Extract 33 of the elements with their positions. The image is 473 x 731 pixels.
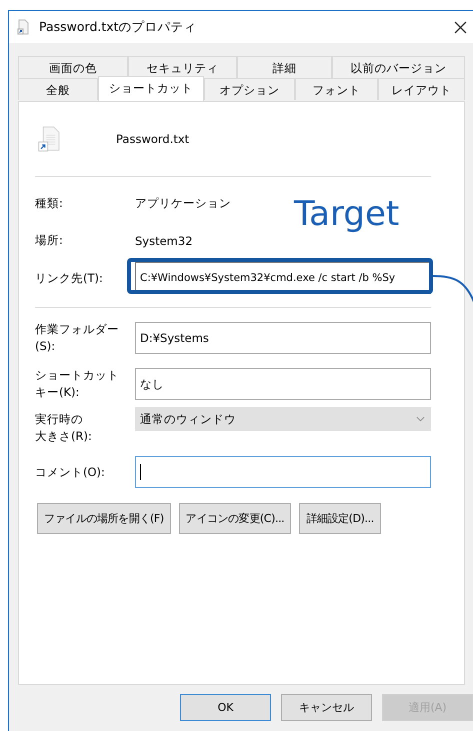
field-label: 実行時の 大きさ(R): [35, 411, 93, 445]
field-value: アプリケーション [135, 196, 231, 211]
tab[interactable]: ショートカット [98, 76, 204, 101]
action-button[interactable]: 詳細設定(D)... [299, 503, 381, 534]
field-label: 場所: [35, 232, 64, 249]
dialog-button[interactable]: キャンセル [281, 694, 372, 721]
file-name: Password.txt [116, 132, 190, 146]
dialog-button[interactable]: OK [180, 694, 271, 721]
field-label: コメント(O): [35, 464, 106, 480]
field-label: ショートカット キー(K): [35, 367, 120, 401]
annotation-label: Target [294, 194, 400, 234]
leader-line [433, 274, 473, 304]
input-field[interactable]: D:¥Systems [135, 322, 431, 354]
action-button[interactable]: ファイルの場所を開く(F) [37, 503, 171, 534]
tab[interactable]: オプション [204, 78, 295, 100]
tab[interactable]: フォント [295, 78, 378, 100]
tab[interactable]: セキュリティ [128, 56, 237, 78]
field-label: 種類: [35, 195, 64, 212]
tab[interactable]: 詳細 [237, 56, 332, 78]
field-label: 作業フォルダー (S): [35, 321, 120, 355]
shortcut-file-icon [15, 19, 31, 35]
tab[interactable]: 以前のバージョン [332, 56, 465, 78]
text-cursor [140, 464, 141, 480]
tab[interactable]: レイアウト [378, 78, 465, 100]
tab[interactable]: 全般 [18, 78, 98, 100]
window-title: Password.txtのプロパティ [39, 18, 198, 36]
dropdown[interactable]: 通常のウィンドウ [135, 407, 431, 431]
action-button[interactable]: アイコンの変更(C)... [178, 503, 292, 534]
comment-field[interactable] [135, 456, 431, 488]
tab[interactable]: 画面の色 [18, 56, 128, 78]
field-label: リンク先(T): [35, 270, 104, 286]
input-field[interactable]: なし [135, 368, 431, 400]
field-value: System32 [135, 234, 193, 248]
